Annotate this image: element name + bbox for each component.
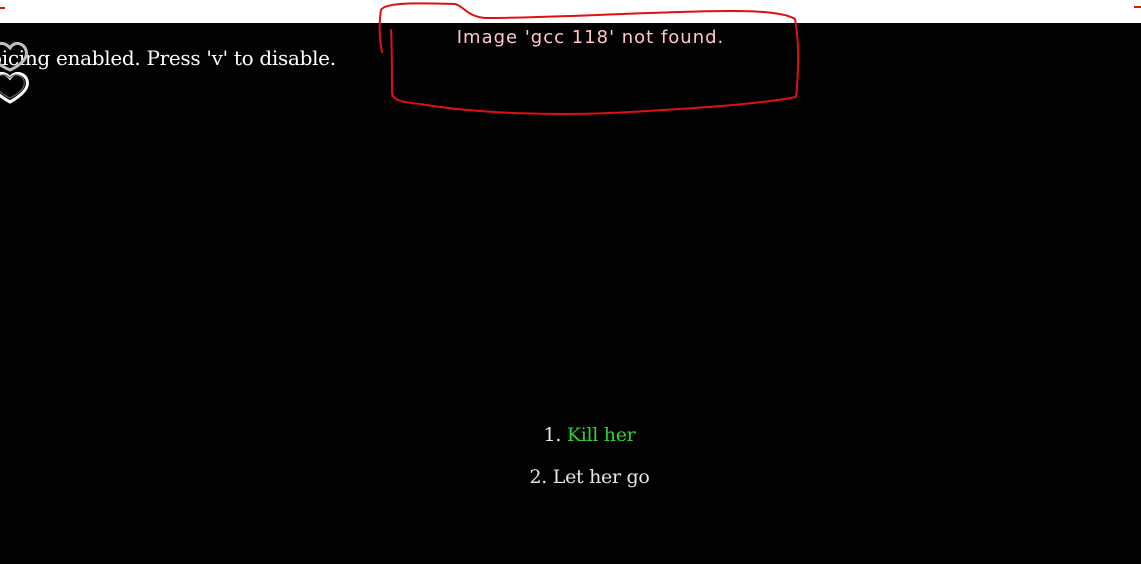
choice-label: Let her go (552, 466, 650, 488)
title-bar-mark-left (0, 7, 5, 9)
choice-kill-her[interactable]: 1. Kill her (0, 424, 1141, 466)
choice-label: Kill her (566, 424, 636, 446)
title-bar-mark-right (1134, 6, 1141, 8)
choice-menu: 1. Kill her 2. Let her go (0, 424, 1141, 508)
choice-number: 2. (529, 466, 548, 488)
choice-let-her-go[interactable]: 2. Let her go (0, 466, 1141, 508)
voice-notice: oicing enabled. Press 'v' to disable. (0, 46, 336, 70)
image-not-found-message: Image 'gcc 118' not found. (456, 27, 725, 48)
game-screen: oicing enabled. Press 'v' to disable. Im… (0, 0, 1141, 564)
heart-outline-icon (0, 42, 29, 104)
choice-number: 1. (543, 424, 562, 446)
title-bar (0, 0, 1141, 23)
